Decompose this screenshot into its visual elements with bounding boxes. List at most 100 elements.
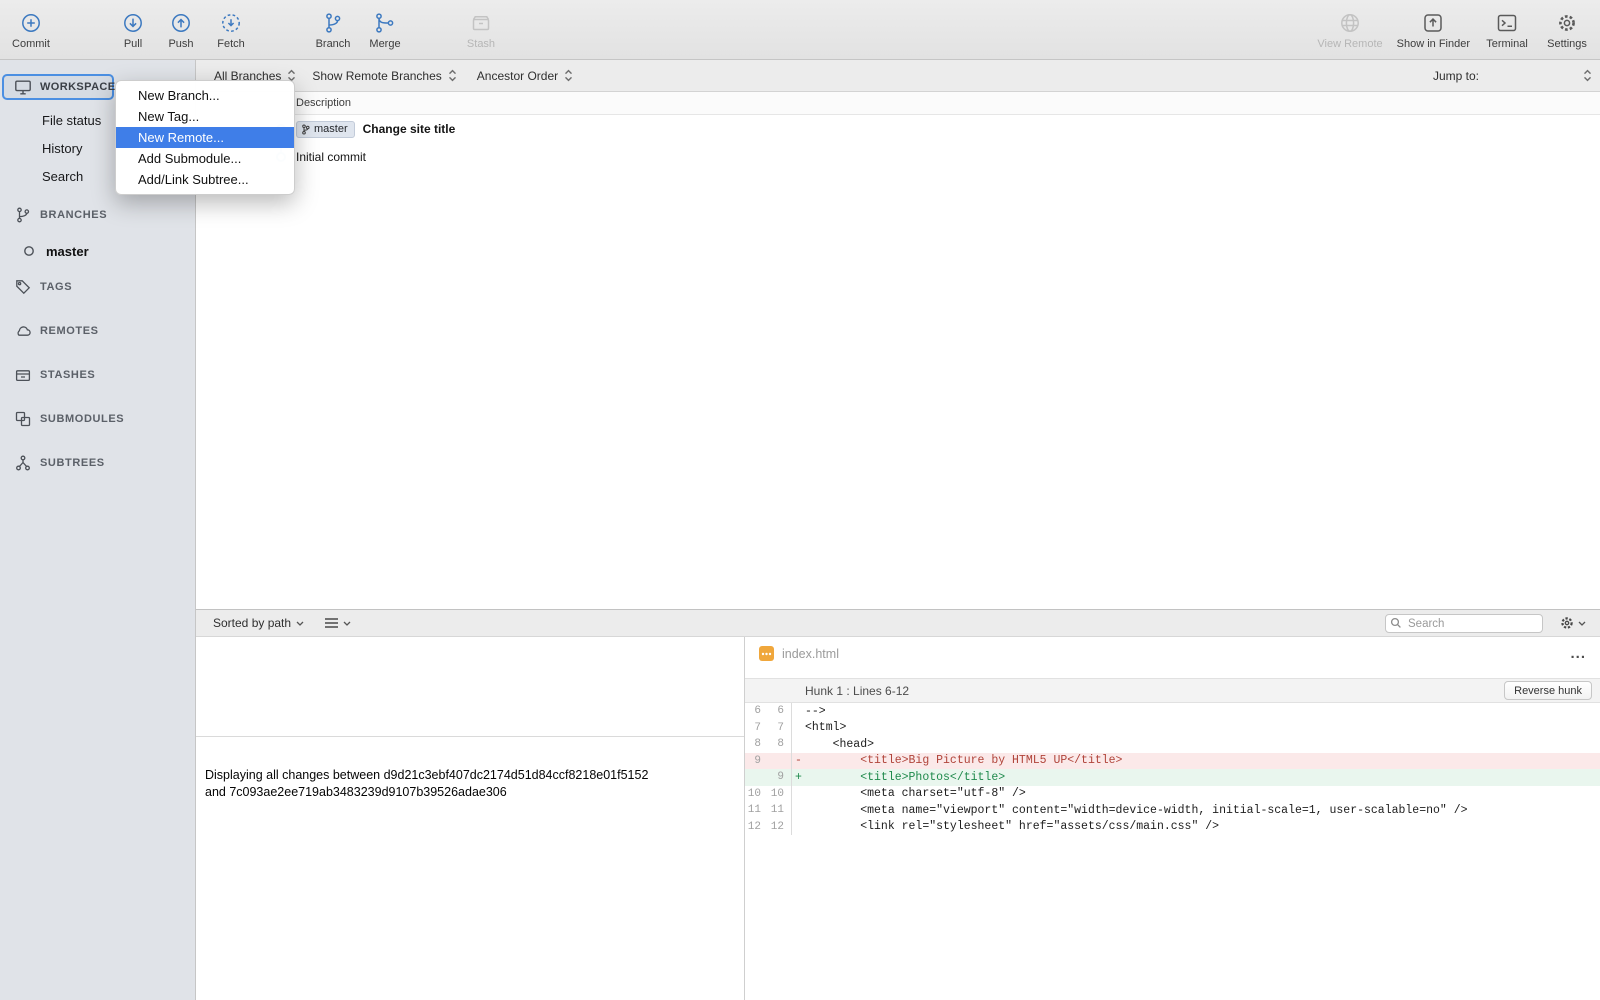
remotes-label: REMOTES bbox=[40, 325, 99, 337]
diff-file-header: index.html ... bbox=[745, 637, 1600, 670]
old-line-number: 10 bbox=[745, 788, 761, 800]
chevron-down-icon bbox=[296, 621, 304, 626]
old-line-number: 9 bbox=[745, 755, 761, 767]
new-line-number: 11 bbox=[761, 804, 784, 816]
diff-line[interactable]: 77 <html> bbox=[745, 720, 1600, 737]
terminal-icon bbox=[1495, 9, 1519, 36]
stashes-label: STASHES bbox=[40, 369, 95, 381]
terminal-button[interactable]: Terminal bbox=[1484, 9, 1530, 50]
sidebar-section-branches: BRANCHES master bbox=[0, 202, 195, 266]
commit-button[interactable]: Commit bbox=[8, 9, 54, 50]
subtrees-icon bbox=[14, 454, 32, 472]
diff-gutter: 1111 bbox=[745, 802, 792, 819]
detail-panels: Displaying all changes between d9d21c3eb… bbox=[196, 637, 1600, 1000]
show-in-finder-button[interactable]: Show in Finder bbox=[1397, 9, 1470, 50]
file-list[interactable] bbox=[196, 637, 744, 737]
menu-item-new-tag[interactable]: New Tag... bbox=[116, 106, 294, 127]
push-label: Push bbox=[168, 38, 193, 50]
tags-header[interactable]: TAGS bbox=[0, 274, 195, 300]
subtrees-header[interactable]: SUBTREES bbox=[0, 450, 195, 476]
app-window: Commit Pull Push Fetch Branch bbox=[0, 0, 1600, 1000]
sort-label: Sorted by path bbox=[213, 616, 291, 630]
branch-badge: master bbox=[296, 121, 355, 138]
commit-row[interactable]: Initial commit bbox=[196, 143, 1600, 171]
sort-dropdown[interactable]: Sorted by path bbox=[213, 616, 304, 630]
view-remote-label: View Remote bbox=[1317, 38, 1382, 50]
diff-line-added[interactable]: 9 + <title>Photos</title> bbox=[745, 769, 1600, 786]
sidebar: WORKSPACE File status History Search BRA… bbox=[0, 60, 196, 1000]
diff-line[interactable]: 88 <head> bbox=[745, 736, 1600, 753]
fetch-label: Fetch bbox=[217, 38, 245, 50]
file-list-panel: Displaying all changes between d9d21c3eb… bbox=[196, 637, 745, 1000]
chevron-down-icon bbox=[1578, 621, 1586, 626]
commit-graph: Description master Change site title Ini… bbox=[196, 92, 1600, 609]
badge-label: master bbox=[314, 123, 348, 135]
old-line-number: 7 bbox=[745, 722, 761, 734]
diff-gutter: 77 bbox=[745, 720, 792, 737]
content-area: All Branches Show Remote Branches Ancest… bbox=[196, 60, 1600, 1000]
branch-icon bbox=[321, 9, 345, 36]
view-options-dropdown[interactable] bbox=[324, 617, 351, 629]
pull-button[interactable]: Pull bbox=[110, 9, 156, 50]
menu-item-new-branch[interactable]: New Branch... bbox=[116, 85, 294, 106]
menu-item-add-submodule[interactable]: Add Submodule... bbox=[116, 148, 294, 169]
diff-line[interactable]: 1212 <link rel="stylesheet" href="assets… bbox=[745, 819, 1600, 836]
diff-gutter: 9 bbox=[745, 753, 792, 770]
main-toolbar: Commit Pull Push Fetch Branch bbox=[0, 0, 1600, 60]
search-input[interactable] bbox=[1385, 614, 1543, 633]
branch-button[interactable]: Branch bbox=[310, 9, 356, 50]
old-line-number: 12 bbox=[745, 821, 761, 833]
menu-item-add-link-subtree[interactable]: Add/Link Subtree... bbox=[116, 169, 294, 190]
remotes-header[interactable]: REMOTES bbox=[0, 318, 195, 344]
diff-line[interactable]: 1111 <meta name="viewport" content="widt… bbox=[745, 802, 1600, 819]
old-line-number: 8 bbox=[745, 738, 761, 750]
list-icon bbox=[324, 617, 339, 629]
tags-label: TAGS bbox=[40, 281, 72, 293]
diff-sign: + bbox=[792, 771, 805, 784]
settings-label: Settings bbox=[1547, 38, 1587, 50]
diff-options-dropdown[interactable] bbox=[1559, 615, 1586, 631]
stash-button: Stash bbox=[458, 9, 504, 50]
stashes-header[interactable]: STASHES bbox=[0, 362, 195, 388]
diff-line[interactable]: 1010 <meta charset="utf-8" /> bbox=[745, 786, 1600, 803]
push-icon bbox=[169, 9, 193, 36]
sidebar-section-tags: TAGS bbox=[0, 274, 195, 300]
diff-line[interactable]: 66 --> bbox=[745, 703, 1600, 720]
search-label: Search bbox=[42, 169, 83, 184]
diff-hunk: Hunk 1 : Lines 6-12 Reverse hunk 66 --> … bbox=[745, 678, 1600, 835]
search-icon bbox=[1390, 617, 1402, 629]
diff-sign: - bbox=[792, 754, 805, 767]
order-dropdown[interactable]: Ancestor Order bbox=[477, 69, 573, 83]
reverse-hunk-button[interactable]: Reverse hunk bbox=[1504, 681, 1592, 700]
push-button[interactable]: Push bbox=[158, 9, 204, 50]
diff-panel: index.html ... Hunk 1 : Lines 6-12 Rever… bbox=[745, 637, 1600, 1000]
sidebar-section-submodules: SUBMODULES bbox=[0, 406, 195, 432]
submodules-header[interactable]: SUBMODULES bbox=[0, 406, 195, 432]
branches-label: BRANCHES bbox=[40, 209, 107, 221]
tag-icon bbox=[14, 278, 32, 296]
sidebar-item-workspace[interactable]: WORKSPACE bbox=[2, 74, 114, 100]
fetch-button[interactable]: Fetch bbox=[208, 9, 254, 50]
jump-to-stepper[interactable] bbox=[1583, 69, 1592, 82]
commit-message: Initial commit bbox=[296, 150, 366, 164]
sidebar-item-master[interactable]: master bbox=[0, 236, 195, 266]
globe-icon bbox=[1338, 9, 1362, 36]
commit-row[interactable]: master Change site title bbox=[196, 115, 1600, 143]
stash-icon bbox=[469, 9, 493, 36]
branches-header[interactable]: BRANCHES bbox=[0, 202, 195, 228]
commit-label: Commit bbox=[12, 38, 50, 50]
diff-code: <html> bbox=[805, 721, 846, 734]
remote-branches-dropdown[interactable]: Show Remote Branches bbox=[312, 69, 456, 83]
new-line-number: 7 bbox=[761, 722, 784, 734]
file-status-label: File status bbox=[42, 113, 101, 128]
settings-button[interactable]: Settings bbox=[1544, 9, 1590, 50]
stash-box-icon bbox=[14, 366, 32, 384]
workspace-context-menu: New Branch... New Tag... New Remote... A… bbox=[115, 80, 295, 195]
menu-item-new-remote[interactable]: New Remote... bbox=[116, 127, 294, 148]
diff-line-removed[interactable]: 9 - <title>Big Picture by HTML5 UP</titl… bbox=[745, 753, 1600, 770]
diff-gutter: 9 bbox=[745, 769, 792, 786]
hunk-title: Hunk 1 : Lines 6-12 bbox=[805, 684, 909, 698]
sidebar-section-remotes: REMOTES bbox=[0, 318, 195, 344]
merge-button[interactable]: Merge bbox=[362, 9, 408, 50]
more-options-button[interactable]: ... bbox=[1570, 649, 1586, 659]
